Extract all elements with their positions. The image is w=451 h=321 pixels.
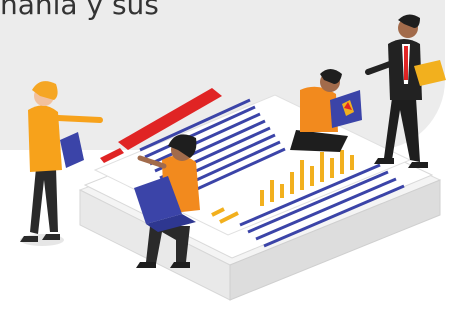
illustration-scene bbox=[20, 14, 446, 301]
document-stack-illustration bbox=[78, 88, 442, 301]
